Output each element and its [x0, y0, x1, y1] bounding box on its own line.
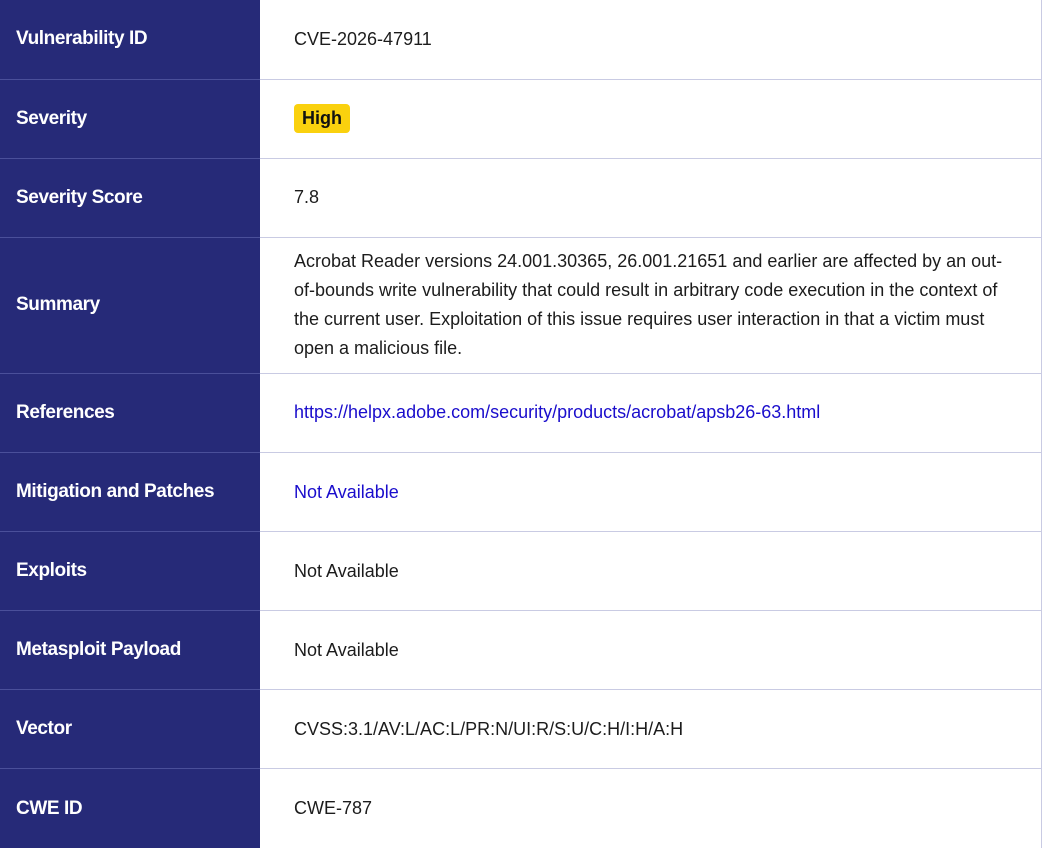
value-exploits: Not Available [260, 531, 1042, 612]
label-references: References [0, 373, 260, 453]
value-references: https://helpx.adobe.com/security/product… [260, 373, 1042, 453]
row-mitigation-and-patches: Mitigation and Patches Not Available [0, 452, 1042, 533]
row-exploits: Exploits Not Available [0, 531, 1042, 612]
value-metasploit-payload: Not Available [260, 610, 1042, 691]
vulnerability-details-table: Vulnerability ID CVE-2026-47911 Severity… [0, 0, 1042, 848]
label-severity-score: Severity Score [0, 158, 260, 238]
value-severity-score: 7.8 [260, 158, 1042, 238]
value-cwe-id: CWE-787 [260, 768, 1042, 848]
value-vulnerability-id: CVE-2026-47911 [260, 0, 1042, 80]
mitigation-link[interactable]: Not Available [294, 482, 399, 502]
label-severity: Severity [0, 79, 260, 159]
row-cwe-id: CWE ID CWE-787 [0, 768, 1042, 848]
value-summary: Acrobat Reader versions 24.001.30365, 26… [260, 237, 1042, 374]
summary-text: Acrobat Reader versions 24.001.30365, 26… [294, 251, 1003, 359]
value-severity: High [260, 79, 1042, 159]
value-vector: CVSS:3.1/AV:L/AC:L/PR:N/UI:R/S:U/C:H/I:H… [260, 689, 1042, 770]
row-references: References https://helpx.adobe.com/secur… [0, 373, 1042, 453]
label-exploits: Exploits [0, 531, 260, 612]
label-vulnerability-id: Vulnerability ID [0, 0, 260, 80]
row-metasploit-payload: Metasploit Payload Not Available [0, 610, 1042, 691]
label-vector: Vector [0, 689, 260, 770]
row-vector: Vector CVSS:3.1/AV:L/AC:L/PR:N/UI:R/S:U/… [0, 689, 1042, 770]
label-mitigation-and-patches: Mitigation and Patches [0, 452, 260, 533]
row-summary: Summary Acrobat Reader versions 24.001.3… [0, 237, 1042, 374]
row-vulnerability-id: Vulnerability ID CVE-2026-47911 [0, 0, 1042, 80]
references-link[interactable]: https://helpx.adobe.com/security/product… [294, 402, 820, 422]
label-summary: Summary [0, 237, 260, 374]
severity-badge: High [294, 104, 350, 134]
row-severity: Severity High [0, 79, 1042, 159]
label-metasploit-payload: Metasploit Payload [0, 610, 260, 691]
label-cwe-id: CWE ID [0, 768, 260, 848]
value-mitigation-and-patches: Not Available [260, 452, 1042, 533]
row-severity-score: Severity Score 7.8 [0, 158, 1042, 238]
